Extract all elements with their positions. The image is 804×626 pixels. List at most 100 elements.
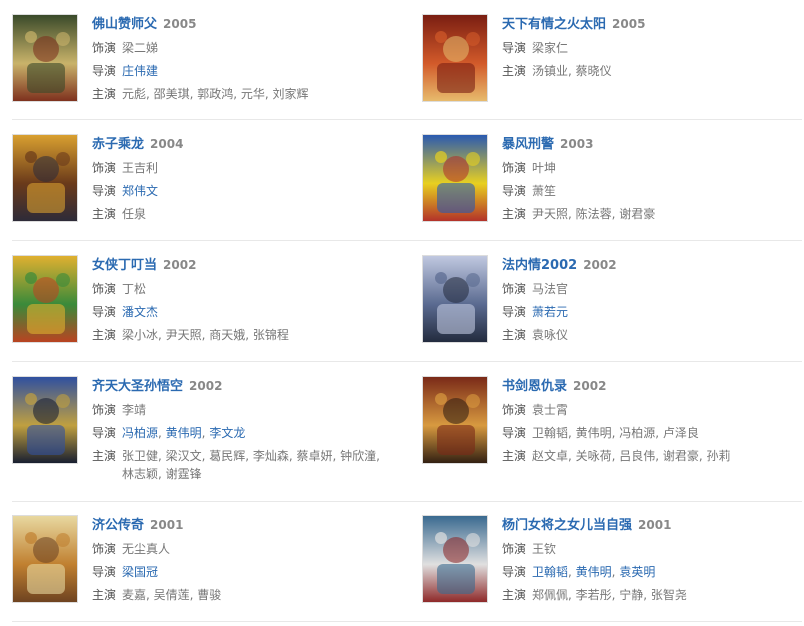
field-value: 王钦 [532,542,557,556]
field-label: 饰演 [502,542,527,556]
field-label: 导演 [92,184,117,198]
item-info: 法内情2002 2002 饰演 马法官 导演 萧若元 主演 袁咏仪 [502,255,802,344]
role-line: 饰演 王钦 [502,540,802,558]
item-info: 佛山赞师父 2005 饰演 梁二娣 导演 庄伟建 主演 元彪, 邵美琪, 郭政鸿, 元华, 刘… [92,14,392,103]
role-line: 饰演 丁松 [92,280,392,298]
role-line: 饰演 李靖 [92,401,392,419]
director-link[interactable]: 冯柏源 [122,426,158,440]
cast-names: 袁咏仪 [532,328,569,342]
list-item: 齐天大圣孙悟空 2002 饰演 李靖导演 冯柏源, 黄伟明, 李文龙主演 张卫健, 梁汉文… [12,376,392,501]
field-label: 主演 [92,87,117,101]
role-line: 饰演 梁二娣 [92,39,392,57]
field-label: 主演 [92,207,117,221]
cast-line: 主演 张卫健, 梁汉文, 葛民辉, 李灿森, 蔡卓妍, 钟欣潼, 林志颖, 谢霆锋 [92,447,392,483]
year: 2002 [189,379,223,393]
director-link[interactable]: 黄伟明 [576,565,612,579]
director-line: 导演 梁国冠 [92,563,392,581]
title-link[interactable]: 天下有情之火太阳 [502,17,606,32]
director-name: 萧笙 [532,184,557,198]
title-link[interactable]: 书剑恩仇录 [502,379,567,394]
director-name: 汤镇业, 蔡晓仪 [532,64,612,78]
title-link[interactable]: 佛山赞师父 [92,17,157,32]
poster-image[interactable] [422,255,488,343]
field-label: 主演 [92,588,117,602]
list-item: 杨门女将之女儿当自强 2001 饰演 王钦 导演 卫翰韬, 黄伟明, 袁英明 主演 郑佩佩, … [422,515,802,621]
director-line: 导演 潘文杰 [92,303,392,321]
field-label: 饰演 [92,161,117,175]
role-line: 饰演 马法官 [502,280,802,298]
cast-line: 主演 郑佩佩, 李若彤, 宁静, 张智尧 [502,586,802,604]
field-label: 饰演 [92,542,117,556]
year: 2004 [150,137,184,151]
field-label: 主演 [502,588,527,602]
role-line: 饰演 叶坤 [502,159,802,177]
cast-names: 梁小冰, 尹天照, 商天娥, 张锦程 [122,328,289,342]
field-value: 梁二娣 [122,41,159,55]
year: 2005 [612,17,646,31]
list-row: 济公传奇 2001 饰演 无尘真人 导演 梁国冠 主演 麦嘉, 吴倩莲, 曹骏 杨门女将之女儿… [12,515,802,622]
cast-names: 郑佩佩, 李若彤, 宁静, 张智尧 [532,588,687,602]
item-info: 杨门女将之女儿当自强 2001 饰演 王钦 导演 卫翰韬, 黄伟明, 袁英明 主演 郑佩佩, … [502,515,802,604]
field-label: 导演 [92,64,117,78]
title-link[interactable]: 女侠丁叮当 [92,258,157,273]
field-label: 导演 [502,41,527,55]
poster-image[interactable] [12,376,78,464]
director-link[interactable]: 袁英明 [619,565,655,579]
director-link[interactable]: 梁国冠 [122,565,158,579]
title-link[interactable]: 暴风刑警 [502,137,554,152]
role-line: 饰演 袁士霄 [502,401,802,419]
field-label: 饰演 [92,282,117,296]
year: 2002 [573,379,607,393]
field-label: 导演 [502,426,527,440]
title-link[interactable]: 齐天大圣孙悟空 [92,379,183,394]
poster-image[interactable] [12,134,78,222]
list-item: 书剑恩仇录 2002 饰演 袁士霄 导演 卫翰韬, 黄伟明, 冯柏源, 卢泽良 主演 赵文卓,… [422,376,802,501]
poster-image[interactable] [422,14,488,102]
cast-line: 主演 麦嘉, 吴倩莲, 曹骏 [92,586,392,604]
director-line: 导演 郑伟文 [92,182,392,200]
list-item: 女侠丁叮当 2002 饰演 丁松 导演 潘文杰 主演 梁小冰, 尹天照, 商天娥, 张锦程 [12,255,392,361]
director-line: 导演 萧若元 [502,303,802,321]
director-link[interactable]: 郑伟文 [122,184,158,198]
director-link[interactable]: 萧若元 [532,305,568,319]
director-name: 卫翰韬, 黄伟明, 冯柏源, 卢泽良 [532,426,699,440]
poster-image[interactable] [422,134,488,222]
role-line: 饰演 王吉利 [92,159,392,177]
field-value: 丁松 [122,282,147,296]
filmography-list: 佛山赞师父 2005 饰演 梁二娣 导演 庄伟建 主演 元彪, 邵美琪, 郭政鸿, 元华, 刘… [0,0,804,626]
poster-image[interactable] [12,515,78,603]
poster-image[interactable] [12,255,78,343]
year: 2003 [560,137,594,151]
title-link[interactable]: 赤子乘龙 [92,137,144,152]
title-link[interactable]: 济公传奇 [92,518,144,533]
field-label: 导演 [502,305,527,319]
cast-names: 赵文卓, 关咏荷, 吕良伟, 谢君豪, 孙莉 [532,449,731,463]
director-line: 主演 汤镇业, 蔡晓仪 [502,62,802,80]
director-link[interactable]: 潘文杰 [122,305,158,319]
director-line: 导演 萧笙 [502,182,802,200]
year: 2001 [150,518,184,532]
field-value: 梁家仁 [532,41,569,55]
cast-names: 任泉 [122,207,147,221]
title-link[interactable]: 法内情2002 [502,258,577,273]
director-line: 导演 冯柏源, 黄伟明, 李文龙 [92,424,392,442]
director-link[interactable]: 李文龙 [209,426,245,440]
cast-line: 主演 尹天照, 陈法蓉, 谢君豪 [502,205,802,223]
field-label: 主演 [92,328,117,342]
poster-image[interactable] [422,515,488,603]
director-line: 导演 卫翰韬, 黄伟明, 冯柏源, 卢泽良 [502,424,802,442]
title-link[interactable]: 杨门女将之女儿当自强 [502,518,632,533]
director-link[interactable]: 庄伟建 [122,64,158,78]
field-value: 袁士霄 [532,403,569,417]
list-row: 女侠丁叮当 2002 饰演 丁松 导演 潘文杰 主演 梁小冰, 尹天照, 商天娥, 张锦程 法… [12,255,802,362]
director-link[interactable]: 卫翰韬 [532,565,568,579]
director-link[interactable]: 黄伟明 [166,426,202,440]
item-info: 济公传奇 2001 饰演 无尘真人 导演 梁国冠 主演 麦嘉, 吴倩莲, 曹骏 [92,515,392,604]
poster-image[interactable] [422,376,488,464]
poster-image[interactable] [12,14,78,102]
field-label: 导演 [92,305,117,319]
cast-line: 主演 梁小冰, 尹天照, 商天娥, 张锦程 [92,326,392,344]
item-info: 女侠丁叮当 2002 饰演 丁松 导演 潘文杰 主演 梁小冰, 尹天照, 商天娥, 张锦程 [92,255,392,344]
cast-names: 元彪, 邵美琪, 郭政鸿, 元华, 刘家辉 [122,87,309,101]
director-line: 导演 卫翰韬, 黄伟明, 袁英明 [502,563,802,581]
